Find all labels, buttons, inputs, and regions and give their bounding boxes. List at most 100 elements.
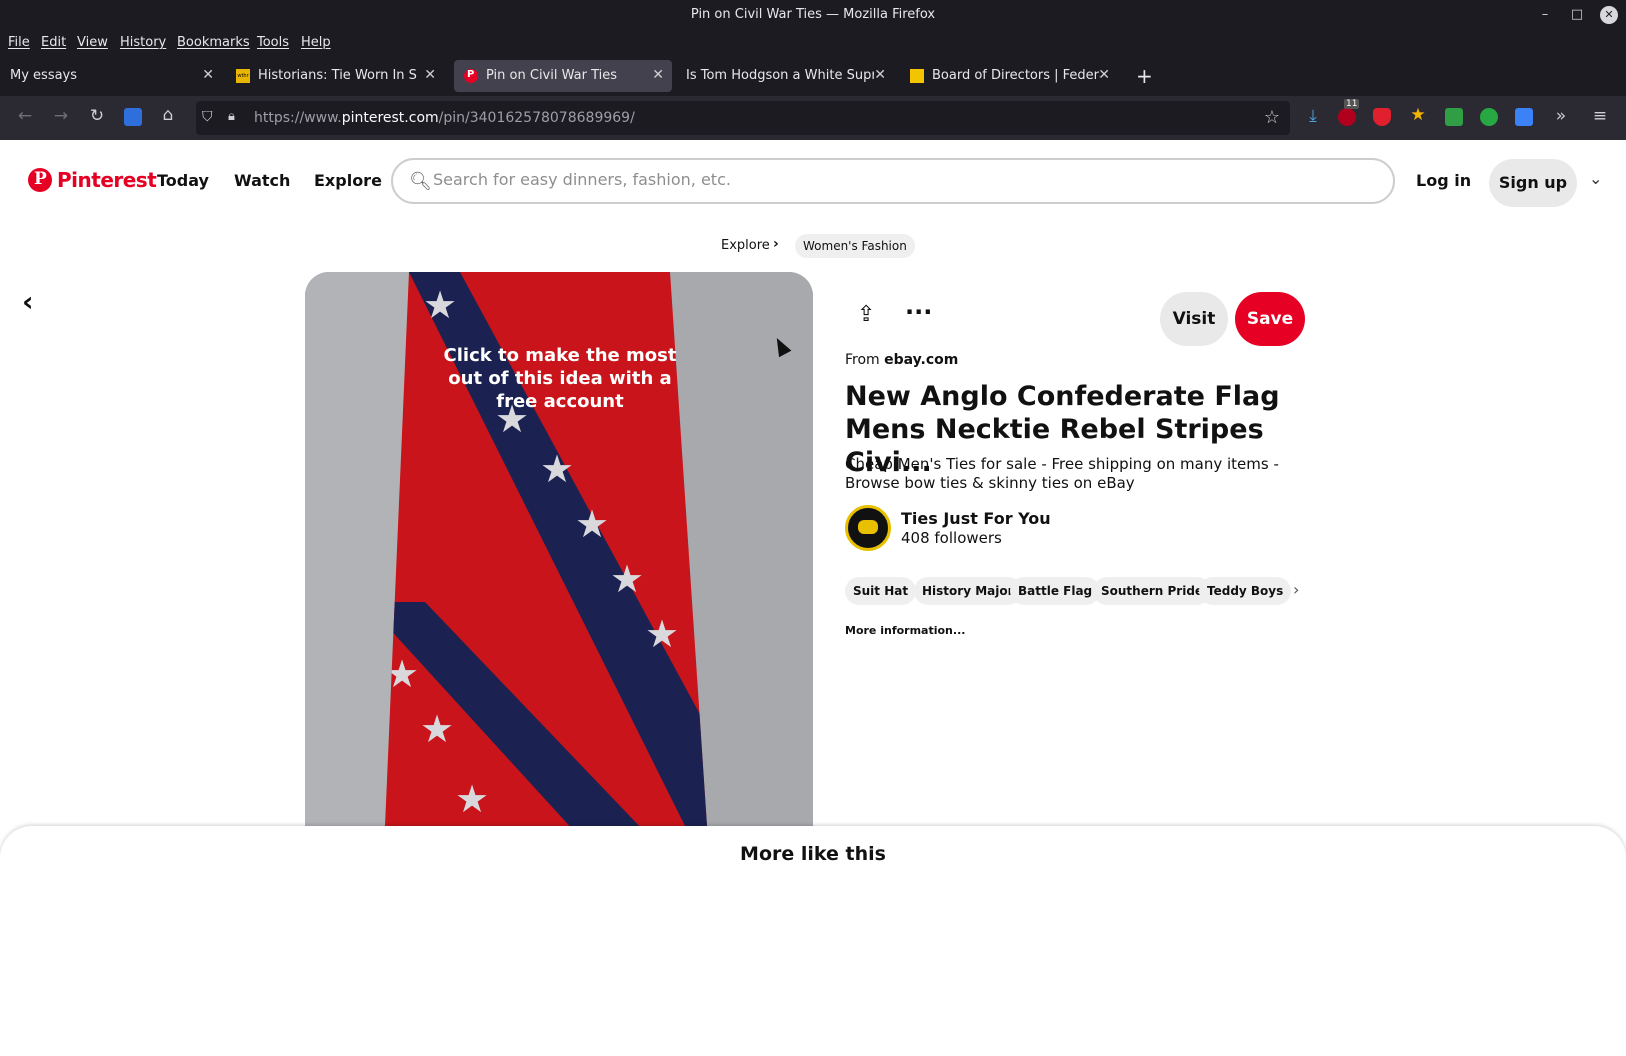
tag-southern-pride[interactable]: Southern Pride	[1093, 577, 1212, 605]
pin-description: Cheap Men's Ties for sale - Free shippin…	[845, 455, 1279, 492]
svg-text:★: ★	[645, 612, 679, 656]
menu-edit[interactable]: Edit	[41, 35, 66, 50]
forward-icon[interactable]: →	[50, 106, 72, 126]
minimize-icon[interactable]: –	[1536, 6, 1554, 24]
tab-historians[interactable]: wthr Historians: Tie Worn In Sher ✕	[226, 60, 444, 92]
url-bar[interactable]: ⛉ 🔒︎ https://www.pinterest.com/pin/34016…	[196, 101, 1290, 135]
visit-button[interactable]: Visit	[1160, 292, 1228, 346]
pinterest-favicon-icon	[464, 69, 478, 83]
tag-history-major[interactable]: History Major	[914, 577, 1022, 605]
chevron-down-icon[interactable]: ⌄	[1589, 169, 1602, 188]
search-icon: 🔍︎	[409, 171, 432, 192]
window-title: Pin on Civil War Ties — Mozilla Firefox	[690, 7, 936, 22]
menu-history[interactable]: History	[120, 35, 166, 50]
new-tab-icon[interactable]: +	[1136, 64, 1153, 88]
breadcrumb-explore[interactable]: Explore	[721, 238, 770, 253]
bookmark-star-icon[interactable]: ☆	[1264, 107, 1280, 128]
tab-label: Pin on Civil War Ties	[486, 68, 617, 83]
reload-icon[interactable]: ↻	[86, 106, 108, 126]
share-icon[interactable]: ⇪	[857, 302, 875, 327]
grammar-extension-icon[interactable]	[1480, 108, 1498, 126]
search-box[interactable]: 🔍︎	[391, 158, 1395, 204]
tab-pin-civil-war-ties[interactable]: Pin on Civil War Ties ✕	[454, 60, 672, 92]
close-window-icon[interactable]: ✕	[1600, 6, 1618, 24]
pinterest-logo-icon[interactable]	[28, 168, 52, 192]
pinterest-header: Pinterest Today Watch Explore 🔍︎ Log in …	[0, 140, 1626, 220]
more-like-this-heading: More like this	[740, 843, 886, 865]
downloads-icon[interactable]: ⤓	[1302, 106, 1324, 126]
close-tab-icon[interactable]: ✕	[424, 67, 436, 83]
source-domain-link[interactable]: ebay.com	[884, 352, 958, 368]
creator-followers: 408 followers	[901, 529, 1002, 547]
nav-toolbar: ← → ↻ ⌂ ⛉ 🔒︎ https://www.pinterest.com/p…	[0, 96, 1626, 140]
privacy-badger-icon[interactable]	[1373, 108, 1391, 126]
menu-tools[interactable]: Tools	[257, 35, 289, 50]
nav-watch[interactable]: Watch	[234, 171, 290, 190]
menu-bookmarks[interactable]: Bookmarks	[177, 35, 250, 50]
hamburger-menu-icon[interactable]: ≡	[1589, 106, 1611, 126]
lock-icon[interactable]: 🔒︎	[228, 109, 235, 124]
login-button[interactable]: Log in	[1416, 171, 1471, 190]
svg-text:★: ★	[610, 557, 644, 601]
url-prefix: https://www.	[254, 110, 342, 126]
tab-label: Board of Directors | Federat	[932, 68, 1100, 83]
tags-next-icon[interactable]: ›	[1293, 580, 1299, 599]
tab-label: My essays	[10, 68, 78, 83]
shield-icon[interactable]: ⛉	[202, 109, 213, 125]
svg-text:★: ★	[420, 707, 454, 751]
tag-teddy-boys[interactable]: Teddy Boys	[1199, 577, 1292, 605]
creator-name[interactable]: Ties Just For You	[901, 509, 1051, 528]
close-tab-icon[interactable]: ✕	[1098, 67, 1110, 83]
menu-view[interactable]: View	[77, 35, 108, 50]
from-label: From	[845, 352, 880, 368]
tag-battle-flag[interactable]: Battle Flag	[1010, 577, 1101, 605]
breadcrumb-womens-fashion[interactable]: Women's Fashion	[795, 234, 915, 258]
back-icon[interactable]: ←	[14, 106, 36, 126]
site-favicon-icon: wthr	[236, 69, 250, 83]
pinterest-wordmark[interactable]: Pinterest	[57, 168, 157, 192]
back-arrow-icon[interactable]: ‹	[22, 285, 34, 318]
svg-text:★: ★	[455, 777, 489, 821]
save-button[interactable]: Save	[1235, 292, 1305, 346]
nav-today[interactable]: Today	[157, 171, 209, 190]
tab-label: Historians: Tie Worn In Sher	[258, 68, 418, 83]
favorite-star-icon[interactable]: ★	[1407, 105, 1429, 125]
tab-label: Is Tom Hodgson a White Suprem	[686, 68, 874, 83]
menu-help[interactable]: Help	[301, 35, 331, 50]
chevron-right-icon: ›	[773, 236, 779, 252]
menu-file[interactable]: File	[8, 35, 30, 50]
maximize-icon[interactable]: □	[1568, 6, 1586, 24]
url-text[interactable]: https://www.pinterest.com/pin/3401625780…	[254, 110, 635, 126]
more-options-icon[interactable]: ···	[905, 298, 932, 326]
nav-explore[interactable]: Explore	[314, 171, 382, 190]
close-tab-icon[interactable]: ✕	[652, 67, 664, 83]
tab-tom-hodgson[interactable]: Is Tom Hodgson a White Suprem ✕	[676, 60, 894, 92]
close-tab-icon[interactable]: ✕	[874, 67, 886, 83]
file-extension-icon[interactable]	[1515, 108, 1533, 126]
pin-source: From ebay.com	[845, 352, 958, 368]
tab-strip: My essays ✕ wthr Historians: Tie Worn In…	[0, 56, 1626, 96]
svg-text:★: ★	[540, 447, 574, 491]
map-extension-icon[interactable]	[1445, 108, 1463, 126]
ublock-icon[interactable]	[1338, 108, 1356, 126]
url-path: /pin/340162578078689969/	[438, 110, 635, 126]
signup-button[interactable]: Sign up	[1489, 159, 1577, 207]
more-information-link[interactable]: More information...	[845, 624, 965, 637]
site-favicon-icon	[910, 69, 924, 83]
creator-avatar[interactable]	[845, 505, 891, 551]
home-icon[interactable]: ⌂	[157, 105, 179, 125]
signup-prompt-overlay[interactable]: Click to make the most out of this idea …	[435, 344, 685, 413]
extension-badge: 11	[1344, 99, 1360, 109]
close-tab-icon[interactable]: ✕	[202, 67, 214, 83]
search-input[interactable]	[433, 170, 1333, 189]
pin-image[interactable]: ★ ★ ★ ★ ★ ★ ★ ★ ★ Click to make the most…	[305, 272, 813, 826]
overflow-chevrons-icon[interactable]: »	[1550, 106, 1572, 126]
menu-bar: File Edit View History Bookmarks Tools H…	[0, 30, 1626, 56]
bitwarden-icon[interactable]	[124, 108, 142, 126]
tab-board-of-directors[interactable]: Board of Directors | Federat ✕	[900, 60, 1118, 92]
tab-my-essays[interactable]: My essays ✕	[0, 60, 222, 92]
url-domain: pinterest.com	[341, 110, 439, 126]
window-titlebar: Pin on Civil War Ties — Mozilla Firefox …	[0, 0, 1626, 30]
tag-suit-hat[interactable]: Suit Hat	[845, 577, 917, 605]
svg-text:★: ★	[575, 502, 609, 546]
